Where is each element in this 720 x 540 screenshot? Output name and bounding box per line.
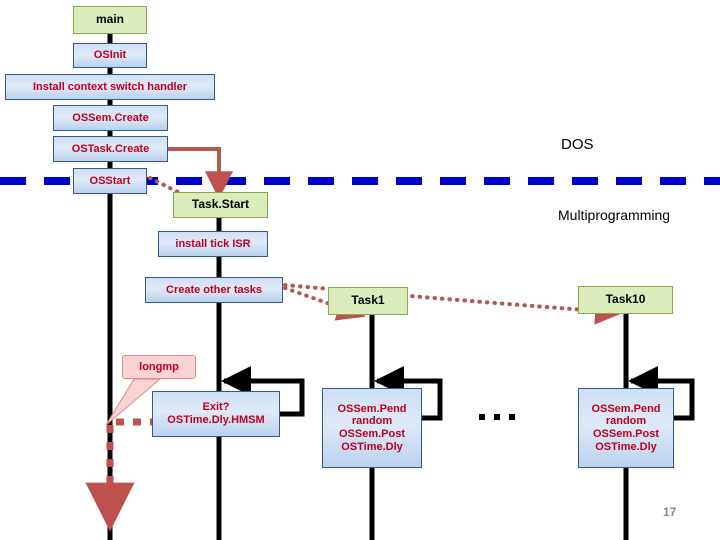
node-task10-body-line-2: random [605,415,647,428]
node-task10-body-line-4: OSTime.Dly [595,440,657,453]
node-task1[interactable]: Task1 [328,287,408,315]
node-taskstart[interactable]: Task.Start [173,192,268,218]
node-ossemcreate-label: OSSem.Create [72,111,149,124]
node-install-tick-isr[interactable]: install tick ISR [158,231,268,257]
node-task1-body-line-4: OSTime.Dly [341,440,403,453]
page-number: 17 [663,505,677,519]
node-ostaskcreate[interactable]: OSTask.Create [53,136,168,162]
node-ostaskcreate-label: OSTask.Create [71,142,150,155]
task-ellipsis [479,414,515,420]
node-create-other-tasks-label: Create other tasks [166,283,262,296]
node-osinit-label: OSInit [93,49,127,62]
node-task1-label: Task1 [351,293,385,308]
node-osstart[interactable]: OSStart [73,168,147,194]
node-ossemcreate[interactable]: OSSem.Create [53,105,168,131]
node-task10-body[interactable]: OSSem.Pend random OSSem.Post OSTime.Dly [578,388,674,468]
node-exit-check[interactable]: Exit? OSTime.Dly.HMSM [152,391,280,437]
callout-longjmp[interactable]: longmp [122,355,196,379]
node-task1-body-line-3: OSSem.Post [338,428,406,440]
slide-canvas: main OSInit Install context switch handl… [0,0,720,540]
node-task1-body[interactable]: OSSem.Pend random OSSem.Post OSTime.Dly [322,388,422,468]
node-task1-body-line-1: OSSem.Pend [337,402,407,415]
node-install-context-switch-handler-label: Install context switch handler [32,80,188,93]
ellipsis-dot [509,414,515,420]
node-task10-body-line-1: OSSem.Pend [591,402,661,415]
node-exit-check-line-1: Exit? [202,401,230,414]
node-create-other-tasks[interactable]: Create other tasks [145,277,283,303]
label-multiprogramming: Multiprogramming [558,207,671,223]
node-osstart-label: OSStart [89,174,131,187]
ellipsis-dot [479,414,485,420]
node-osinit[interactable]: OSInit [73,43,147,68]
longjmp-dashed-return-path [85,418,158,532]
callout-longjmp-label: longmp [139,361,179,373]
node-main[interactable]: main [73,6,147,34]
node-exit-check-line-2: OSTime.Dly.HMSM [167,414,265,426]
node-taskstart-label: Task.Start [191,197,250,212]
node-task10-body-line-3: OSSem.Post [592,428,660,440]
ellipsis-dot [494,414,500,420]
node-task10-label: Task10 [605,292,646,307]
node-task10[interactable]: Task10 [578,286,673,314]
label-dos: DOS [561,136,594,153]
node-task1-body-line-2: random [351,415,393,428]
node-install-context-switch-handler[interactable]: Install context switch handler [5,74,215,100]
node-main-label: main [95,12,124,27]
node-install-tick-isr-label: install tick ISR [175,237,251,250]
